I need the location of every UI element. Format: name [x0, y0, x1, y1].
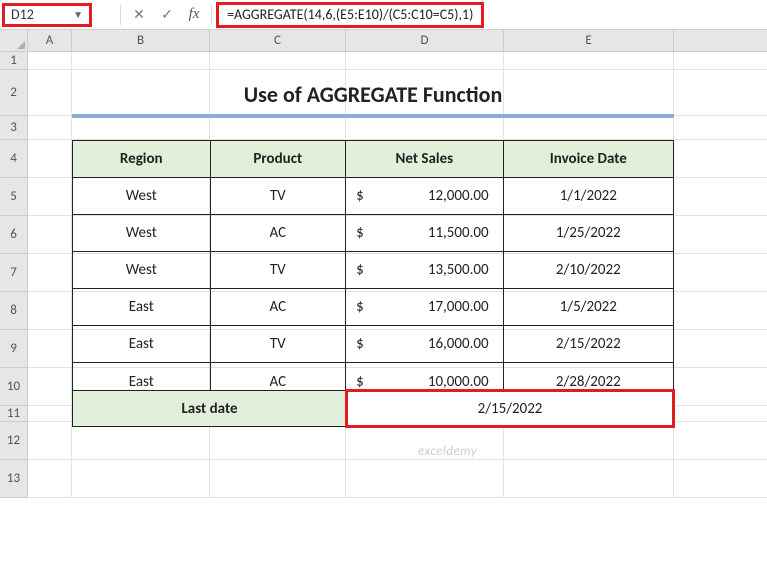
header-invoice-date[interactable]: Invoice Date: [504, 141, 673, 178]
check-icon: ✓: [161, 6, 173, 23]
result-row: Last date 2/15/2022: [72, 390, 674, 427]
col-header-b[interactable]: B: [72, 30, 210, 51]
worksheet-grid: 1 2 3 4 5 6 7 8 9 10 11 12 13 Use of AGG…: [0, 52, 767, 498]
name-box-value: D12: [11, 6, 34, 23]
cell-invoice-date[interactable]: 1/25/2022: [504, 215, 673, 252]
cell-invoice-date[interactable]: 2/10/2022: [504, 252, 673, 289]
select-all-corner[interactable]: [0, 30, 28, 51]
sheet-title-cell: Use of AGGREGATE Function: [72, 74, 674, 114]
table-row: East TV $16,000.00 2/15/2022: [73, 326, 673, 363]
col-header-a[interactable]: A: [28, 30, 72, 51]
formula-input[interactable]: =AGGREGATE(14,6,(E5:E10)/(C5:C10=C5),1): [216, 2, 484, 28]
enter-formula-button[interactable]: ✓: [153, 3, 181, 27]
name-box[interactable]: D12 ▼: [2, 3, 92, 27]
column-header-row: A B C D E: [0, 30, 767, 52]
cell-invoice-date[interactable]: 1/5/2022: [504, 289, 673, 326]
data-table: Region Product Net Sales Invoice Date We…: [72, 140, 674, 401]
col-header-d[interactable]: D: [346, 30, 504, 51]
cell-invoice-date[interactable]: 2/15/2022: [504, 326, 673, 363]
header-region[interactable]: Region: [73, 141, 211, 178]
row-header[interactable]: 13: [0, 460, 28, 498]
cell-region[interactable]: West: [73, 215, 211, 252]
row-header[interactable]: 8: [0, 292, 28, 330]
row-header[interactable]: 3: [0, 116, 28, 140]
row-header[interactable]: 9: [0, 330, 28, 368]
table-row: West TV $12,000.00 1/1/2022: [73, 178, 673, 215]
cells-area[interactable]: Use of AGGREGATE Function Region Product…: [28, 52, 767, 498]
cell-net-sales[interactable]: $16,000.00: [346, 326, 504, 363]
cell-product[interactable]: TV: [211, 252, 347, 289]
watermark: exceldemy: [418, 444, 477, 459]
table-row: East AC $17,000.00 1/5/2022: [73, 289, 673, 326]
row-header[interactable]: 11: [0, 406, 28, 422]
row-header[interactable]: 4: [0, 140, 28, 178]
row-header-column: 1 2 3 4 5 6 7 8 9 10 11 12 13: [0, 52, 28, 498]
sheet-title: Use of AGGREGATE Function: [244, 81, 503, 108]
cell-net-sales[interactable]: $13,500.00: [346, 252, 504, 289]
cell-product[interactable]: TV: [211, 326, 347, 363]
table-row: West AC $11,500.00 1/25/2022: [73, 215, 673, 252]
cell-product[interactable]: TV: [211, 178, 347, 215]
col-header-e[interactable]: E: [504, 30, 674, 51]
cell-region[interactable]: East: [73, 326, 211, 363]
cell-product[interactable]: AC: [211, 289, 347, 326]
cell-net-sales[interactable]: $12,000.00: [346, 178, 504, 215]
header-product[interactable]: Product: [211, 141, 347, 178]
cell-product[interactable]: AC: [211, 215, 347, 252]
row-header[interactable]: 6: [0, 216, 28, 254]
col-header-c[interactable]: C: [210, 30, 346, 51]
cell-region[interactable]: East: [73, 289, 211, 326]
row-header[interactable]: 2: [0, 70, 28, 116]
chevron-down-icon[interactable]: ▼: [73, 8, 83, 21]
cell-net-sales[interactable]: $11,500.00: [346, 215, 504, 252]
x-icon: ✕: [133, 6, 145, 23]
table-row: West TV $13,500.00 2/10/2022: [73, 252, 673, 289]
row-header[interactable]: 12: [0, 422, 28, 460]
cell-invoice-date[interactable]: 1/1/2022: [504, 178, 673, 215]
row-header[interactable]: 5: [0, 178, 28, 216]
header-net-sales[interactable]: Net Sales: [346, 141, 503, 178]
formula-bar: D12 ▼ ✕ ✓ fx =AGGREGATE(14,6,(E5:E10)/(C…: [0, 0, 767, 30]
row-header[interactable]: 1: [0, 52, 28, 70]
result-label-cell[interactable]: Last date: [73, 391, 347, 426]
cancel-formula-button[interactable]: ✕: [125, 3, 153, 27]
row-header[interactable]: 7: [0, 254, 28, 292]
insert-function-button[interactable]: fx: [181, 6, 207, 23]
result-value-cell[interactable]: 2/15/2022: [345, 389, 675, 428]
formula-text: =AGGREGATE(14,6,(E5:E10)/(C5:C10=C5),1): [227, 6, 473, 23]
cell-net-sales[interactable]: $17,000.00: [346, 289, 504, 326]
table-header-row: Region Product Net Sales Invoice Date: [73, 141, 673, 178]
cell-region[interactable]: West: [73, 178, 211, 215]
cell-region[interactable]: West: [73, 252, 211, 289]
title-underline: [72, 114, 674, 118]
row-header[interactable]: 10: [0, 368, 28, 406]
